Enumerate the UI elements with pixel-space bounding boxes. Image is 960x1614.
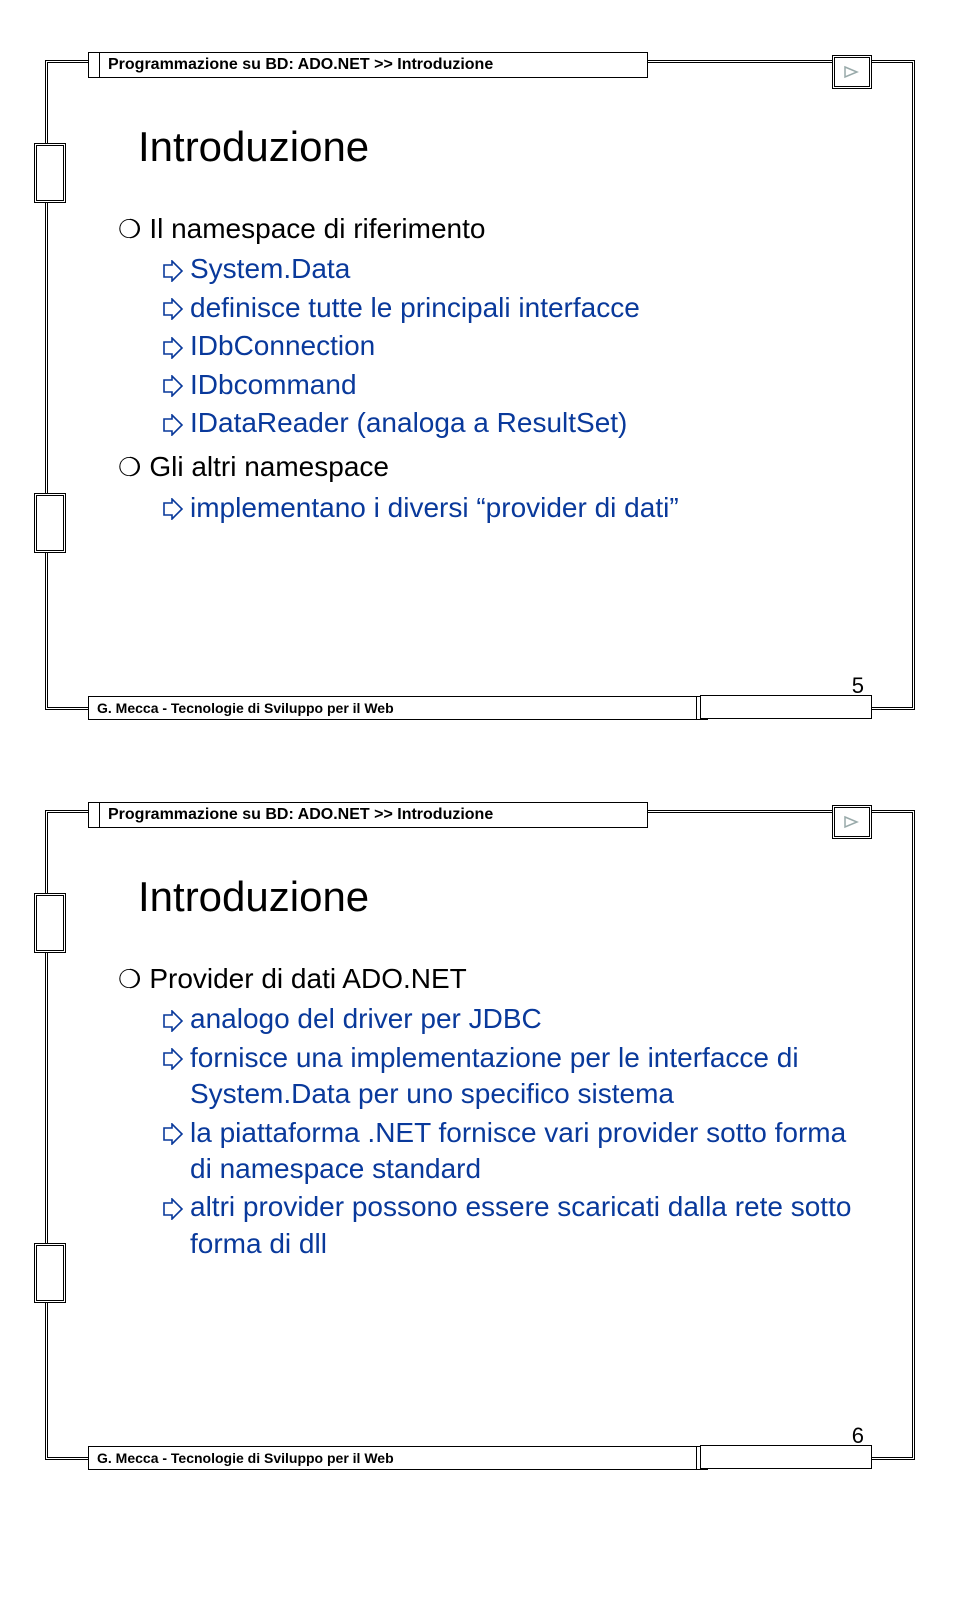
arrow-right-icon	[162, 1040, 184, 1113]
slide-body: ❍Il namespace di riferimento System.Data…	[118, 203, 862, 528]
next-slide-button[interactable]	[832, 805, 872, 839]
bullet-level2: fornisce una implementazione per le inte…	[162, 1040, 862, 1113]
footer-text: G. Mecca - Tecnologie di Sviluppo per il…	[88, 696, 697, 720]
bullet-level2: altri provider possono essere scaricati …	[162, 1189, 862, 1262]
footer-bar: G. Mecca - Tecnologie di Sviluppo per il…	[88, 697, 708, 719]
bullet-level2: IDbcommand	[162, 367, 862, 403]
circle-icon: ❍	[118, 964, 141, 994]
breadcrumb: Programmazione su BD: ADO.NET >> Introdu…	[100, 802, 648, 828]
page-number: 5	[852, 673, 864, 699]
arrow-right-icon	[162, 490, 184, 526]
circle-icon: ❍	[118, 452, 141, 482]
next-slide-button[interactable]	[832, 55, 872, 89]
breadcrumb: Programmazione su BD: ADO.NET >> Introdu…	[100, 52, 648, 78]
breadcrumb-bar: Programmazione su BD: ADO.NET >> Introdu…	[88, 53, 648, 77]
circle-icon: ❍	[118, 214, 141, 244]
slide-decoration-tab	[34, 493, 66, 553]
bullet-level2: System.Data	[162, 251, 862, 287]
page-number-box	[700, 1445, 872, 1469]
play-icon	[843, 65, 861, 79]
arrow-right-icon	[162, 328, 184, 364]
arrow-right-icon	[162, 1115, 184, 1188]
arrow-right-icon	[162, 1189, 184, 1262]
slide-decoration-tab	[34, 143, 66, 203]
page-number-box	[700, 695, 872, 719]
bullet-level2: IDataReader (analoga a ResultSet)	[162, 405, 862, 441]
arrow-right-icon	[162, 367, 184, 403]
page-number: 6	[852, 1423, 864, 1449]
bullet-level1: ❍Il namespace di riferimento	[118, 211, 862, 247]
slide: Programmazione su BD: ADO.NET >> Introdu…	[45, 60, 915, 710]
arrow-right-icon	[162, 251, 184, 287]
bullet-level2: implementano i diversi “provider di dati…	[162, 490, 862, 526]
slide: Programmazione su BD: ADO.NET >> Introdu…	[45, 810, 915, 1460]
bullet-level2: IDbConnection	[162, 328, 862, 364]
arrow-right-icon	[162, 405, 184, 441]
bullet-level2: definisce tutte le principali interfacce	[162, 290, 862, 326]
arrow-right-icon	[162, 290, 184, 326]
footer-text: G. Mecca - Tecnologie di Sviluppo per il…	[88, 1446, 697, 1470]
slide-body: ❍Provider di dati ADO.NET analogo del dr…	[118, 953, 862, 1264]
slide-decoration-tab	[34, 1243, 66, 1303]
arrow-right-icon	[162, 1001, 184, 1037]
footer-bar: G. Mecca - Tecnologie di Sviluppo per il…	[88, 1447, 708, 1469]
play-icon	[843, 815, 861, 829]
bullet-level1: ❍Provider di dati ADO.NET	[118, 961, 862, 997]
slide-decoration-tab	[34, 893, 66, 953]
bullet-level2: la piattaforma .NET fornisce vari provid…	[162, 1115, 862, 1188]
breadcrumb-bar: Programmazione su BD: ADO.NET >> Introdu…	[88, 803, 648, 827]
slide-title: Introduzione	[138, 123, 369, 171]
bullet-level1: ❍Gli altri namespace	[118, 449, 862, 485]
bullet-level2: analogo del driver per JDBC	[162, 1001, 862, 1037]
slide-title: Introduzione	[138, 873, 369, 921]
